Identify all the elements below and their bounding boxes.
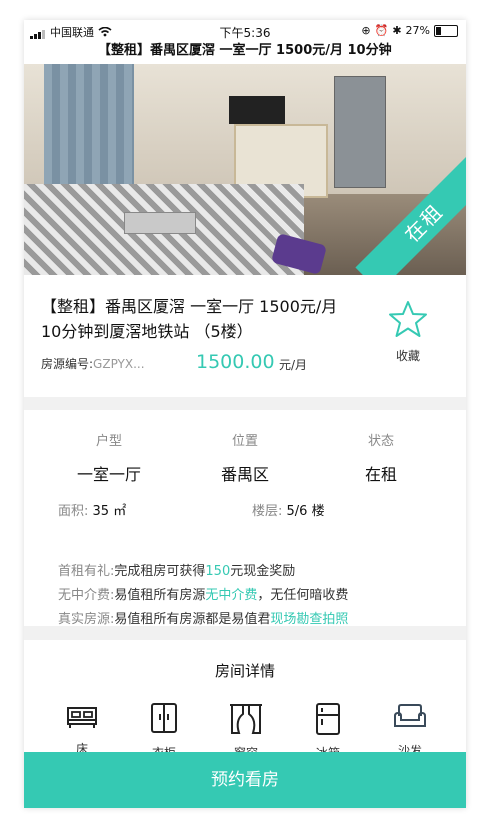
bed-icon xyxy=(67,707,97,728)
listing-photo[interactable]: 在租 xyxy=(24,64,466,275)
perk-no-agent-fee: 无中介费:易值租所有房源无中介费，无任何暗收费 xyxy=(58,588,349,603)
perk-first-rent: 首租有礼:完成租房可获得150元现金奖励 xyxy=(58,564,296,579)
listing-code: 房源编号:GZPYX... xyxy=(41,357,145,371)
phone-screen: 中国联通 下午5:36 ⊕ ⏰ ✱ 27% 【整租】番禺区厦滘 一室一厅 150… xyxy=(24,20,466,808)
perk-real-listing: 真实房源:易值租所有房源都是易值君现场勘查拍照 xyxy=(58,612,349,627)
layout-cell: 户型 一室一厅 xyxy=(76,434,141,484)
favorite-button[interactable]: 收藏 xyxy=(384,299,432,364)
sofa-icon xyxy=(394,704,426,727)
orientation-lock-icon: ⊕ xyxy=(361,24,371,37)
curtain-icon xyxy=(230,704,262,734)
fridge-icon xyxy=(316,703,340,735)
amenity-bed: 床 xyxy=(60,702,104,757)
page-title: 【整租】番禺区厦滘 一室一厅 1500元/月 10分钟 xyxy=(24,42,466,64)
wardrobe-icon xyxy=(151,703,177,733)
listing-summary: 【整租】番禺区厦滘 一室一厅 1500元/月 10分钟到厦滘地铁站 （5楼） 房… xyxy=(24,275,466,397)
listing-title: 【整租】番禺区厦滘 一室一厅 1500元/月 10分钟到厦滘地铁站 （5楼） xyxy=(41,297,338,341)
listing-details: 户型 一室一厅 位置 番禺区 状态 在租 面积: 35 ㎡ 楼层: 5/6 楼 … xyxy=(24,410,466,627)
alarm-icon: ⏰ xyxy=(374,24,389,37)
battery-percent: 27% xyxy=(405,24,430,37)
status-cell: 状态 在租 xyxy=(364,434,397,484)
battery-icon xyxy=(434,24,458,37)
price-unit: 元/月 xyxy=(279,358,308,372)
room-details-heading: 房间详情 xyxy=(214,662,275,680)
book-viewing-button[interactable]: 预约看房 xyxy=(24,752,466,808)
star-icon xyxy=(389,301,427,337)
amenity-sofa: 沙发 xyxy=(388,702,432,759)
floor-info: 楼层: 5/6 楼 xyxy=(252,504,325,519)
bluetooth-icon: ✱ xyxy=(392,24,402,37)
location-cell: 位置 番禺区 xyxy=(220,434,269,484)
status-bar: 中国联通 下午5:36 ⊕ ⏰ ✱ 27% xyxy=(24,20,466,42)
area-info: 面积: 35 ㎡ xyxy=(58,504,127,519)
favorite-label: 收藏 xyxy=(395,349,420,363)
price: 1500.00 xyxy=(196,351,275,373)
